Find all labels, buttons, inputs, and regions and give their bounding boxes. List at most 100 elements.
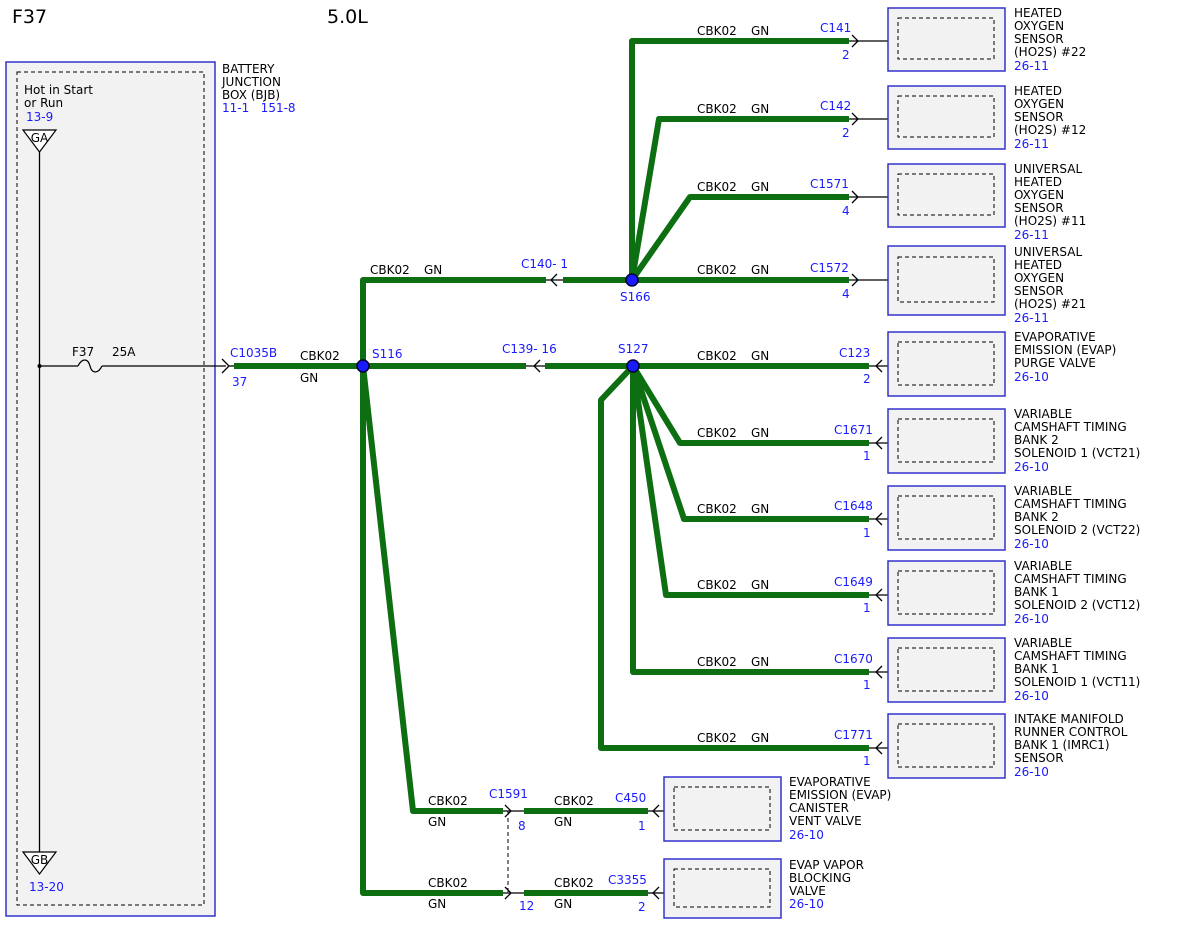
bjb-refs[interactable]: 11-1 151-8 bbox=[222, 101, 296, 115]
c1648-name-4: SOLENOID 2 (VCT22) bbox=[1014, 523, 1140, 537]
c3355-name-3: VALVE bbox=[789, 884, 826, 898]
c1591-out-color: GN bbox=[554, 815, 572, 829]
s116-splice[interactable] bbox=[356, 359, 370, 373]
c1670-name-4: SOLENOID 1 (VCT11) bbox=[1014, 675, 1140, 689]
s166-splice[interactable] bbox=[625, 273, 639, 287]
component-c1670[interactable] bbox=[869, 637, 1006, 703]
s127-splice[interactable] bbox=[626, 359, 640, 373]
c141-pin: 2 bbox=[842, 48, 850, 62]
s127-label[interactable]: S127 bbox=[618, 342, 649, 356]
c1649-name-4: SOLENOID 2 (VCT12) bbox=[1014, 598, 1140, 612]
c123-connector[interactable]: C123 bbox=[839, 346, 870, 360]
component-c123[interactable] bbox=[869, 331, 1006, 397]
s116-s166-color: GN bbox=[424, 263, 442, 277]
c1572-ref[interactable]: 26-11 bbox=[1014, 311, 1049, 325]
c3355-in-color: GN bbox=[428, 897, 446, 911]
c1572-color: GN bbox=[751, 263, 769, 277]
c450-pin: 1 bbox=[638, 819, 646, 833]
c123-color: GN bbox=[751, 349, 769, 363]
c1648-name-2: CAMSHAFT TIMING bbox=[1014, 497, 1127, 511]
c139-connector[interactable]: C139- 16 bbox=[502, 342, 557, 356]
engine-title: 5.0L bbox=[327, 6, 368, 28]
c141-circuit: CBK02 bbox=[697, 24, 737, 38]
component-c1671[interactable] bbox=[869, 408, 1006, 474]
c3355-out-circuit: CBK02 bbox=[554, 876, 594, 890]
c1035b-pin: 37 bbox=[232, 375, 247, 389]
c1671-connector[interactable]: C1671 bbox=[834, 423, 873, 437]
c1649-pin: 1 bbox=[863, 601, 871, 615]
c1670-ref[interactable]: 26-10 bbox=[1014, 689, 1049, 703]
c141-connector[interactable]: C141 bbox=[820, 21, 851, 35]
c1771-circuit: CBK02 bbox=[697, 731, 737, 745]
c1591-connector[interactable]: C1591 bbox=[489, 787, 528, 801]
c1771-pin: 1 bbox=[863, 754, 871, 768]
fuse-title: F37 bbox=[12, 6, 47, 28]
c142-ref[interactable]: 26-11 bbox=[1014, 137, 1049, 151]
bottom-ref[interactable]: 13-20 bbox=[29, 880, 64, 894]
c1571-circuit: CBK02 bbox=[697, 180, 737, 194]
bjb-name-line-2: JUNCTION bbox=[221, 75, 281, 89]
c450-connector[interactable]: C450 bbox=[615, 791, 646, 805]
c140-connector[interactable]: C140- 1 bbox=[521, 257, 568, 271]
c123-name-1: EVAPORATIVE bbox=[1014, 330, 1096, 344]
component-c1572[interactable] bbox=[849, 245, 1006, 316]
c1670-name-3: BANK 1 bbox=[1014, 662, 1059, 676]
c1591-in-circuit: CBK02 bbox=[428, 794, 468, 808]
component-c141[interactable] bbox=[849, 7, 1006, 72]
c1771-name-4: SENSOR bbox=[1014, 751, 1064, 765]
s116-label[interactable]: S116 bbox=[372, 347, 403, 361]
component-c142[interactable] bbox=[849, 85, 1006, 150]
c142-name-2: OXYGEN bbox=[1014, 97, 1064, 111]
c1572-pin: 4 bbox=[842, 287, 850, 301]
c1648-ref[interactable]: 26-10 bbox=[1014, 537, 1049, 551]
c1670-connector[interactable]: C1670 bbox=[834, 652, 873, 666]
c1771-ref[interactable]: 26-10 bbox=[1014, 765, 1049, 779]
component-c450[interactable] bbox=[648, 776, 782, 842]
c1771-connector[interactable]: C1771 bbox=[834, 728, 873, 742]
c142-pin: 2 bbox=[842, 126, 850, 140]
c1571-connector[interactable]: C1571 bbox=[810, 177, 849, 191]
component-c1571[interactable] bbox=[849, 163, 1006, 228]
c1671-ref[interactable]: 26-10 bbox=[1014, 460, 1049, 474]
c450-name-4: VENT VALVE bbox=[789, 814, 862, 828]
component-c1648[interactable] bbox=[869, 485, 1006, 551]
bjb-name-line-3: BOX (BJB) bbox=[222, 88, 280, 102]
s166-to-c141-wire[interactable] bbox=[629, 38, 849, 280]
c1648-connector[interactable]: C1648 bbox=[834, 499, 873, 513]
s116-to-c1591-wire[interactable] bbox=[360, 365, 503, 814]
c1571-ref[interactable]: 26-11 bbox=[1014, 228, 1049, 242]
c1572-connector[interactable]: C1572 bbox=[810, 261, 849, 275]
c1035b-connector[interactable]: C1035B bbox=[230, 346, 277, 360]
s166-label[interactable]: S166 bbox=[620, 290, 651, 304]
c1572-name-5: (HO2S) #21 bbox=[1014, 297, 1086, 311]
component-c1771[interactable] bbox=[869, 713, 1006, 779]
main-feed-circuit: CBK02 bbox=[300, 349, 340, 363]
c1572-name-3: OXYGEN bbox=[1014, 271, 1064, 285]
component-c3355[interactable] bbox=[648, 858, 782, 919]
c1572-name-4: SENSOR bbox=[1014, 284, 1064, 298]
battery-junction-box[interactable] bbox=[5, 61, 216, 917]
c450-name-1: EVAPORATIVE bbox=[789, 775, 871, 789]
c3355-ref[interactable]: 26-10 bbox=[789, 897, 824, 911]
hot-in-start-line-1: Hot in Start bbox=[24, 83, 93, 97]
c141-color: GN bbox=[751, 24, 769, 38]
c1572-name-2: HEATED bbox=[1014, 258, 1062, 272]
c141-ref[interactable]: 26-11 bbox=[1014, 59, 1049, 73]
c142-connector[interactable]: C142 bbox=[820, 99, 851, 113]
c142-circuit: CBK02 bbox=[697, 102, 737, 116]
c450-name-2: EMISSION (EVAP) bbox=[789, 788, 891, 802]
c142-name-3: SENSOR bbox=[1014, 110, 1064, 124]
c123-ref[interactable]: 26-10 bbox=[1014, 370, 1049, 384]
c1648-name-3: BANK 2 bbox=[1014, 510, 1059, 524]
c1591-in-color: GN bbox=[428, 815, 446, 829]
c1671-name-1: VARIABLE bbox=[1014, 407, 1072, 421]
c1649-name-3: BANK 1 bbox=[1014, 585, 1059, 599]
c1571-name-4: SENSOR bbox=[1014, 201, 1064, 215]
top-ref[interactable]: 13-9 bbox=[26, 110, 53, 124]
c1649-name-2: CAMSHAFT TIMING bbox=[1014, 572, 1127, 586]
c3355-connector[interactable]: C3355 bbox=[608, 873, 647, 887]
c1649-ref[interactable]: 26-10 bbox=[1014, 612, 1049, 626]
component-c1649[interactable] bbox=[869, 560, 1006, 626]
c1649-connector[interactable]: C1649 bbox=[834, 575, 873, 589]
c450-ref[interactable]: 26-10 bbox=[789, 828, 824, 842]
